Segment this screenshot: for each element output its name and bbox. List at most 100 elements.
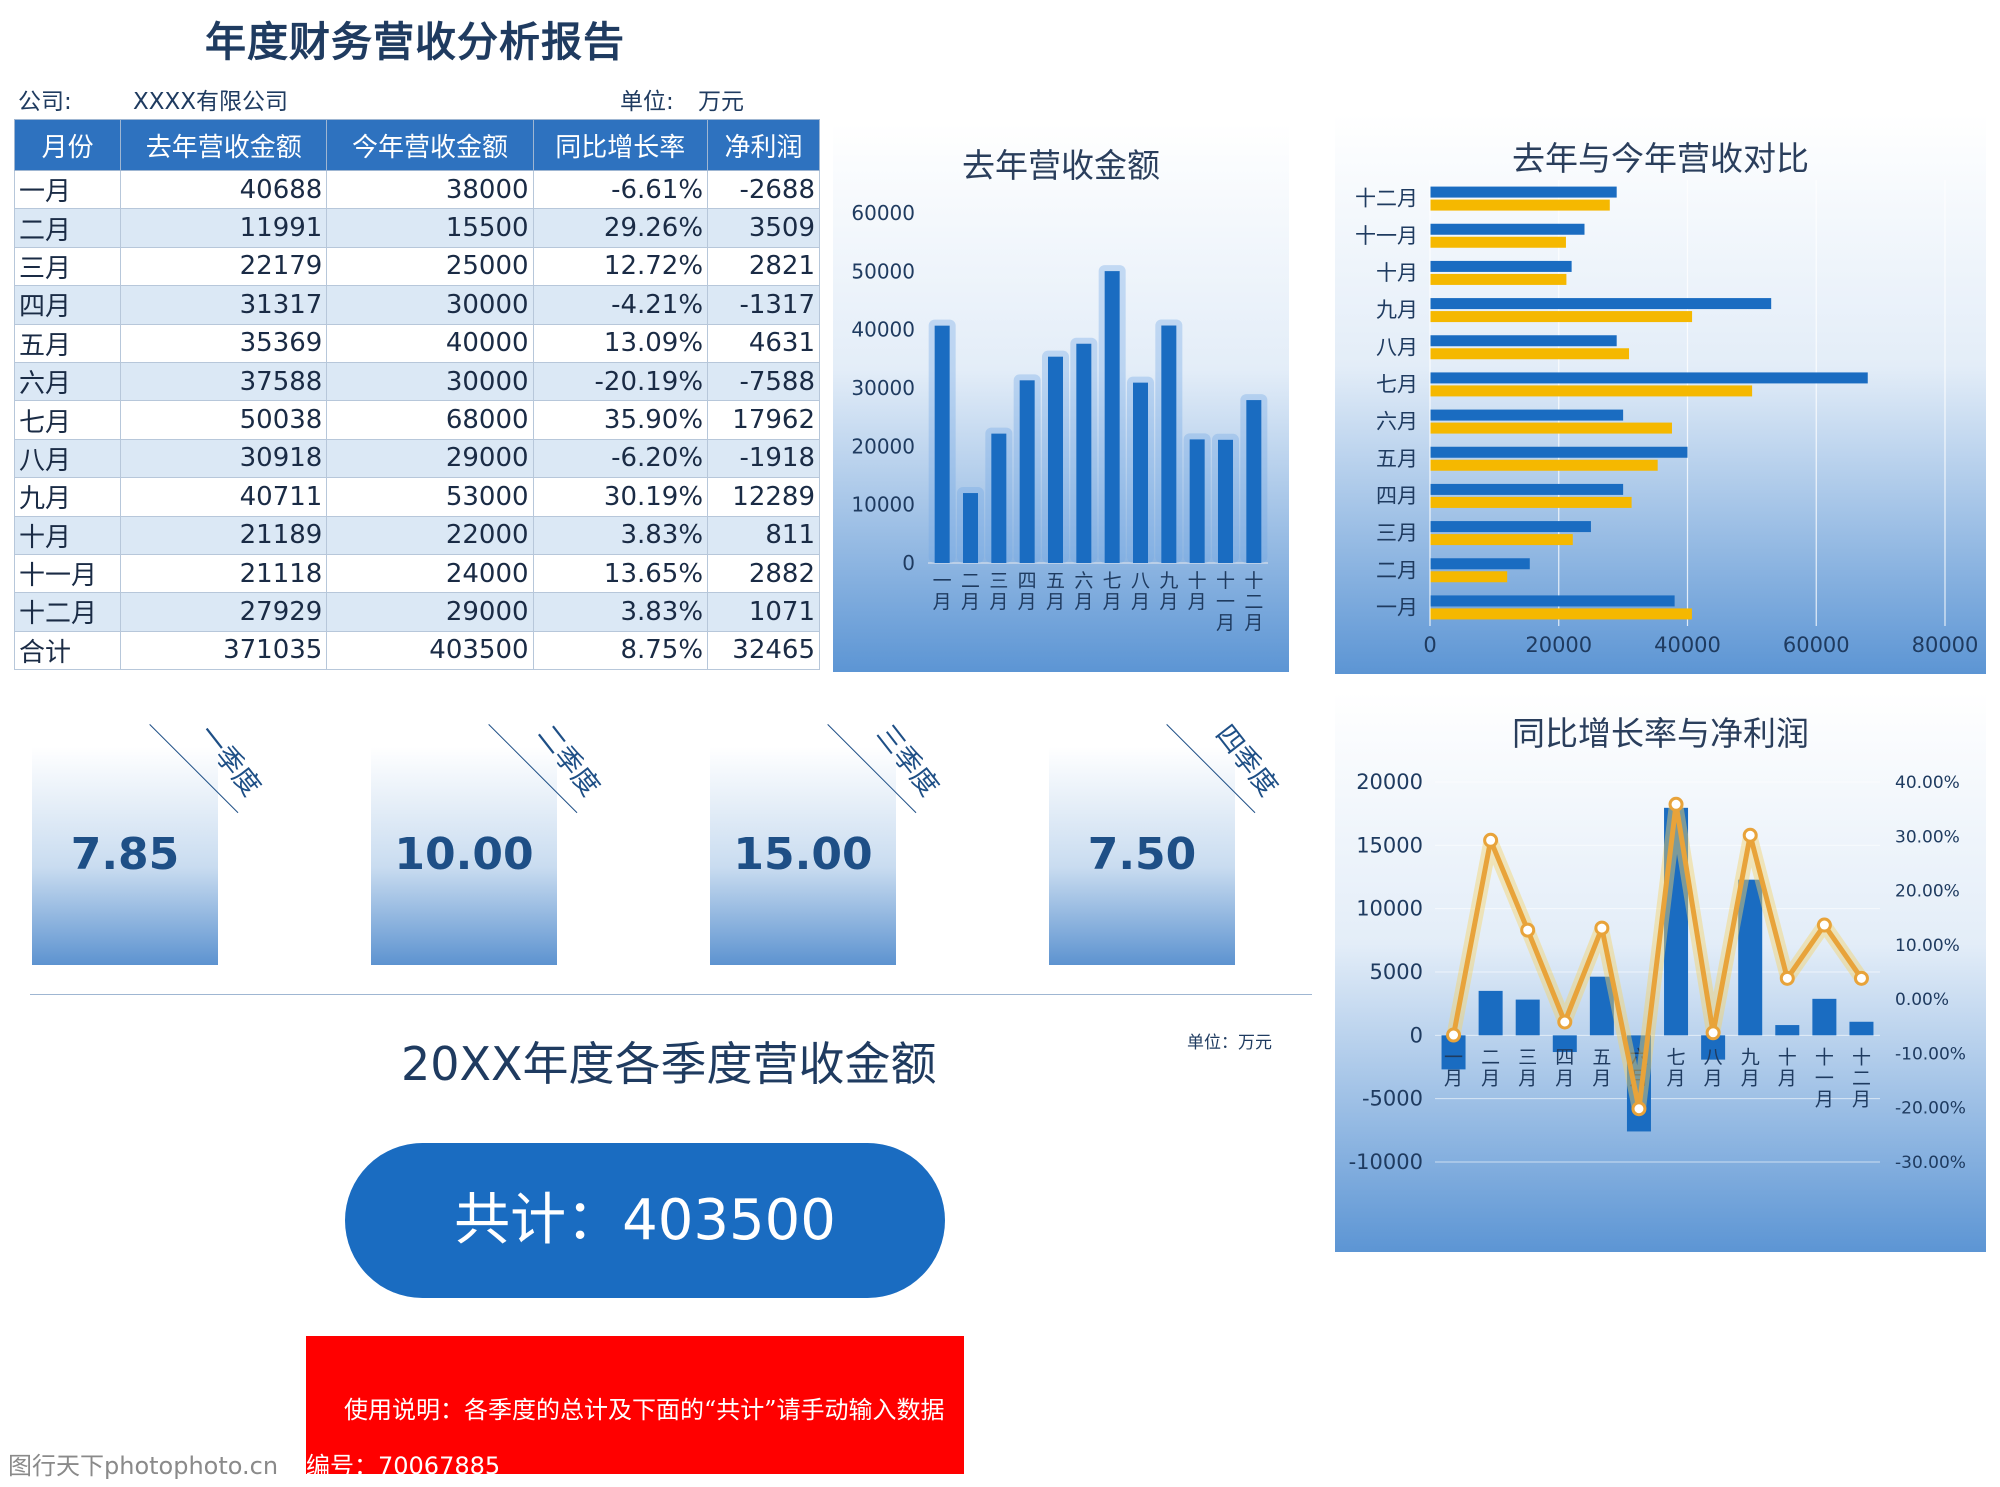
table-cell: -1918 [707,438,820,479]
x-tick-label: 一 [1444,1046,1463,1068]
table-cell: 21118 [120,553,328,594]
chart-compare-panel: 去年与今年营收对比 0 20000 40000 60000 80000 十二月 十一月 十月九… [1335,114,1986,674]
report-title: 年度财务营收分析报告 [205,18,625,66]
bar-last-year [1430,385,1753,397]
table-row: 一月 40688 38000 -6.61% -2688 [13,169,820,210]
table-cell: 15500 [326,208,534,248]
x-tick-label: 月 [1444,1067,1463,1089]
bar-this-year [1430,446,1688,458]
bar-this-year [1430,409,1624,421]
table-cell: 1071 [707,592,820,632]
bar-last-year [1430,496,1632,508]
table-cell: 13.09% [532,323,709,363]
x-tick-label: 十 [1852,1046,1871,1068]
growth-point [1446,1027,1462,1043]
x-tick-label: 月 [961,591,980,613]
x-tick-label: 二 [1481,1046,1500,1068]
bar-last-year [1430,348,1630,360]
table-body: 一月 40688 38000 -6.61% -2688 二月 11991 15500 29.26… [13,169,820,671]
bar-this-year [1430,558,1530,570]
table-cell: 29000 [326,438,534,479]
table-row: 九月 40711 53000 30.19% 12289 [13,477,820,517]
quarter-value: 7.85 [70,829,180,880]
x-tick-label: 三 [989,570,1008,592]
table-cell: -7588 [707,361,820,402]
table-cell: 35369 [120,323,328,363]
x-tick-label: 七 [1103,570,1122,592]
y-tick-label-right: -30.00% [1895,1153,1966,1173]
y-tick-label: 一月 [1376,595,1418,619]
table-cell: 21189 [120,515,328,555]
table-cell: 十月 [13,515,122,555]
y-tick-label-right: -10.00% [1895,1044,1966,1064]
table-row: 八月 30918 29000 -6.20% -1918 [13,438,820,479]
growth-point [1705,1025,1721,1041]
table-row: 十二月 27929 29000 3.83% 1071 [13,592,820,632]
y-tick-label: 三月 [1376,521,1418,545]
table-cell: 50038 [120,400,328,440]
x-tick-label: 80000 [1912,633,1979,657]
bar-last-year [1430,199,1610,211]
bar-last-year [1430,534,1573,546]
table-header-cell: 去年营收金额 [120,119,328,171]
table-cell: 五月 [13,323,122,363]
bar [963,493,978,563]
x-tick-label: 月 [1103,591,1122,613]
bar-last-year [1430,273,1567,285]
table-row: 四月 31317 30000 -4.21% -1317 [13,285,820,325]
watermark-site: 图行天下photophoto.cn [8,1452,279,1480]
x-tick-label: 月 [1667,1067,1686,1089]
table-cell: 二月 [13,208,122,248]
table-cell: 17962 [707,400,820,440]
table-cell: 25000 [326,246,534,287]
table-header-cell: 同比增长率 [532,119,709,171]
table-cell: 3509 [707,208,820,248]
table-cell: 12.72% [532,246,709,287]
growth-point [1779,970,1795,986]
y-tick-label: 五月 [1376,447,1418,471]
y-tick-label: 四月 [1376,484,1418,508]
quarter-section-unit: 单位：万元 [1187,1033,1272,1053]
x-tick-label: 20000 [1525,633,1592,657]
table-cell: 40000 [326,323,534,363]
y-tick-label: 二月 [1376,558,1418,582]
bar [1478,990,1503,1036]
x-tick-label: 八 [1704,1046,1723,1068]
bar-this-year [1430,298,1772,310]
table-cell: 40711 [120,477,328,517]
x-tick-label: 40000 [1654,633,1721,657]
table-cell: 403500 [326,630,534,671]
x-tick-label: 八 [1131,570,1150,592]
unit-value: 万元 [698,89,744,115]
y-tick-label: 20000 [851,434,915,458]
table-cell: 22179 [120,246,328,287]
y-tick-label-right: 30.00% [1895,827,1960,847]
table-cell: 2821 [707,246,820,287]
table-cell: 68000 [326,400,534,440]
x-tick-label: 五 [1046,570,1065,592]
y-tick-label-left: 15000 [1356,833,1423,857]
quarter-value: 15.00 [733,829,873,880]
bar [1515,999,1540,1036]
x-tick-label: 四 [1555,1046,1574,1068]
bar-this-year [1430,186,1617,198]
bar [1218,439,1233,563]
quarter-value: 10.00 [394,829,534,880]
x-tick-label: 月 [1244,612,1263,634]
x-tick-label: 一 [933,570,952,592]
table-cell: 合计 [13,630,122,671]
y-tick-label-left: 20000 [1356,770,1423,794]
table-row: 五月 35369 40000 13.09% 4631 [13,323,820,363]
table-cell: 29000 [326,592,534,632]
x-tick-label: 月 [1216,612,1235,634]
bar [991,433,1007,563]
x-tick-label: 五 [1592,1046,1611,1068]
table-cell: 十一月 [13,553,122,594]
table-row: 六月 37588 30000 -20.19% -7588 [13,361,820,402]
table-cell: 35.90% [532,400,709,440]
bar [1048,356,1063,563]
bar-this-year [1430,595,1675,607]
y-tick-label-left: 10000 [1356,897,1423,921]
chart-growth-svg: 20000 15000 10000 5000 0 -5000 -10000 40.00% 30.… [1349,770,1966,1174]
table-cell: -1317 [707,285,820,325]
